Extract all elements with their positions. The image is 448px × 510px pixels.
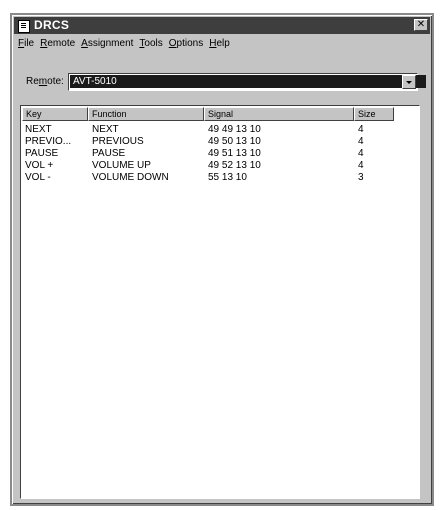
assignment-list[interactable]: Key Function Signal Size NEXT NEXT 49 49… (20, 105, 420, 499)
list-row[interactable]: PREVIO... PREVIOUS 49 50 13 10 4 (22, 136, 418, 148)
cell-signal: 49 51 13 10 (208, 148, 261, 159)
list-row[interactable]: VOL + VOLUME UP 49 52 13 10 4 (22, 160, 418, 172)
cell-function: VOLUME DOWN (92, 172, 169, 183)
cell-size: 4 (358, 136, 364, 147)
menu-help-label: elp (216, 38, 230, 49)
chevron-down-icon[interactable] (402, 75, 416, 89)
remote-label-accel: m (38, 76, 48, 87)
remote-label-post: ote: (47, 76, 64, 87)
cell-size: 4 (358, 160, 364, 171)
menu-tools[interactable]: Tools (137, 37, 166, 53)
menu-options-accel: O (168, 38, 177, 49)
cell-size: 4 (358, 124, 364, 135)
menu-options-label: ptions (176, 38, 204, 49)
remote-dropdown[interactable]: AVT-5010 (68, 73, 426, 91)
remote-label-pre: Re (26, 76, 39, 87)
list-row[interactable]: VOL - VOLUME DOWN 55 13 10 3 (22, 172, 418, 184)
menu-assignment[interactable]: Assignment (79, 37, 137, 53)
app-icon[interactable] (18, 20, 30, 33)
remote-label: Remote: (26, 76, 64, 87)
cell-function: VOLUME UP (92, 160, 151, 171)
cell-key: PAUSE (25, 148, 59, 159)
menu-assignment-label: ssignment (87, 38, 134, 49)
title-bar[interactable]: DRCS ✕ (14, 17, 430, 34)
list-header: Key Function Signal Size (22, 107, 418, 121)
cell-function: NEXT (92, 124, 119, 135)
cell-key: VOL + (25, 160, 54, 171)
column-header-key[interactable]: Key (22, 107, 88, 121)
column-header-size[interactable]: Size (354, 107, 394, 121)
cell-size: 3 (358, 172, 364, 183)
menu-tools-label: ools (144, 38, 163, 49)
cell-key: NEXT (25, 124, 52, 135)
cell-function: PAUSE (92, 148, 126, 159)
menu-bar: File Remote Assignment Tools Options Hel… (16, 37, 428, 53)
menu-options[interactable]: Options (167, 37, 207, 53)
window-title: DRCS (34, 18, 70, 32)
column-header-signal[interactable]: Signal (204, 107, 354, 121)
menu-file-label: ile (24, 38, 35, 49)
cell-function: PREVIOUS (92, 136, 144, 147)
cell-signal: 55 13 10 (208, 172, 247, 183)
cell-signal: 49 50 13 10 (208, 136, 261, 147)
menu-help[interactable]: Help (207, 37, 234, 53)
menu-assignment-accel: A (81, 38, 88, 49)
remote-row: Remote: AVT-5010 (26, 73, 426, 91)
remote-selected-value: AVT-5010 (70, 75, 426, 88)
cell-key: VOL - (25, 172, 51, 183)
column-header-function[interactable]: Function (88, 107, 204, 121)
cell-key: PREVIO... (25, 136, 72, 147)
close-button[interactable]: ✕ (414, 19, 428, 31)
menu-file[interactable]: File (16, 37, 38, 53)
list-body: NEXT NEXT 49 49 13 10 4 PREVIO... PREVIO… (22, 124, 418, 184)
list-row[interactable]: PAUSE PAUSE 49 51 13 10 4 (22, 148, 418, 160)
cell-signal: 49 49 13 10 (208, 124, 261, 135)
cell-size: 4 (358, 148, 364, 159)
menu-remote[interactable]: Remote (38, 37, 79, 53)
list-row[interactable]: NEXT NEXT 49 49 13 10 4 (22, 124, 418, 136)
cell-signal: 49 52 13 10 (208, 160, 261, 171)
menu-remote-label: emote (47, 38, 76, 49)
